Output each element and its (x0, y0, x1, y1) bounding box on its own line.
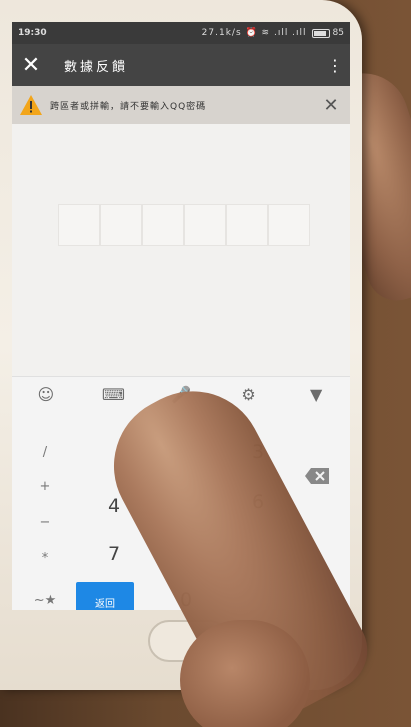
status-time: 19:30 (18, 28, 47, 38)
warning-icon (18, 93, 44, 117)
dismiss-warning-button[interactable]: ✕ (318, 95, 344, 116)
key-7[interactable]: 7 (104, 543, 124, 565)
more-options-icon[interactable]: ⋮ (320, 44, 350, 86)
code-box[interactable] (184, 204, 226, 246)
return-button[interactable]: 返回 (76, 582, 134, 610)
status-bar: 19:30 27.1k/s ⏰ ≋ .ıll .ıll 85 (12, 22, 350, 44)
thumb-image (180, 620, 310, 727)
emoji-icon[interactable]: ☺ (26, 385, 66, 404)
app-bar: ✕ 數據反饋 ⋮ (12, 44, 350, 86)
feedback-input-area[interactable] (12, 124, 350, 376)
key-minus[interactable]: − (30, 515, 60, 530)
code-box[interactable] (226, 204, 268, 246)
page-title: 數據反饋 (64, 59, 129, 75)
key-plus[interactable]: + (30, 479, 60, 494)
key-slash[interactable]: / (30, 445, 60, 460)
key-star[interactable]: * (30, 551, 60, 566)
keyboard-icon[interactable]: ⌨ (93, 385, 133, 404)
status-icons: 27.1k/s ⏰ ≋ .ıll .ıll (201, 28, 307, 38)
code-input-boxes (58, 204, 310, 246)
battery-icon (311, 28, 330, 38)
code-box[interactable] (100, 204, 142, 246)
collapse-icon[interactable]: ▼ (296, 385, 336, 404)
code-box[interactable] (58, 204, 100, 246)
battery-level: 85 (332, 28, 344, 38)
code-box[interactable] (268, 204, 310, 246)
key-symbols[interactable]: ~★ (30, 593, 60, 608)
close-button[interactable]: ✕ (12, 44, 50, 86)
settings-icon[interactable]: ⚙ (229, 385, 269, 404)
warning-banner: 跨區者或拼輸，請不要輸入QQ密碼 ✕ (12, 86, 350, 124)
warning-text: 跨區者或拼輸，請不要輸入QQ密碼 (50, 101, 207, 112)
code-box[interactable] (142, 204, 184, 246)
backspace-icon[interactable] (304, 467, 330, 485)
